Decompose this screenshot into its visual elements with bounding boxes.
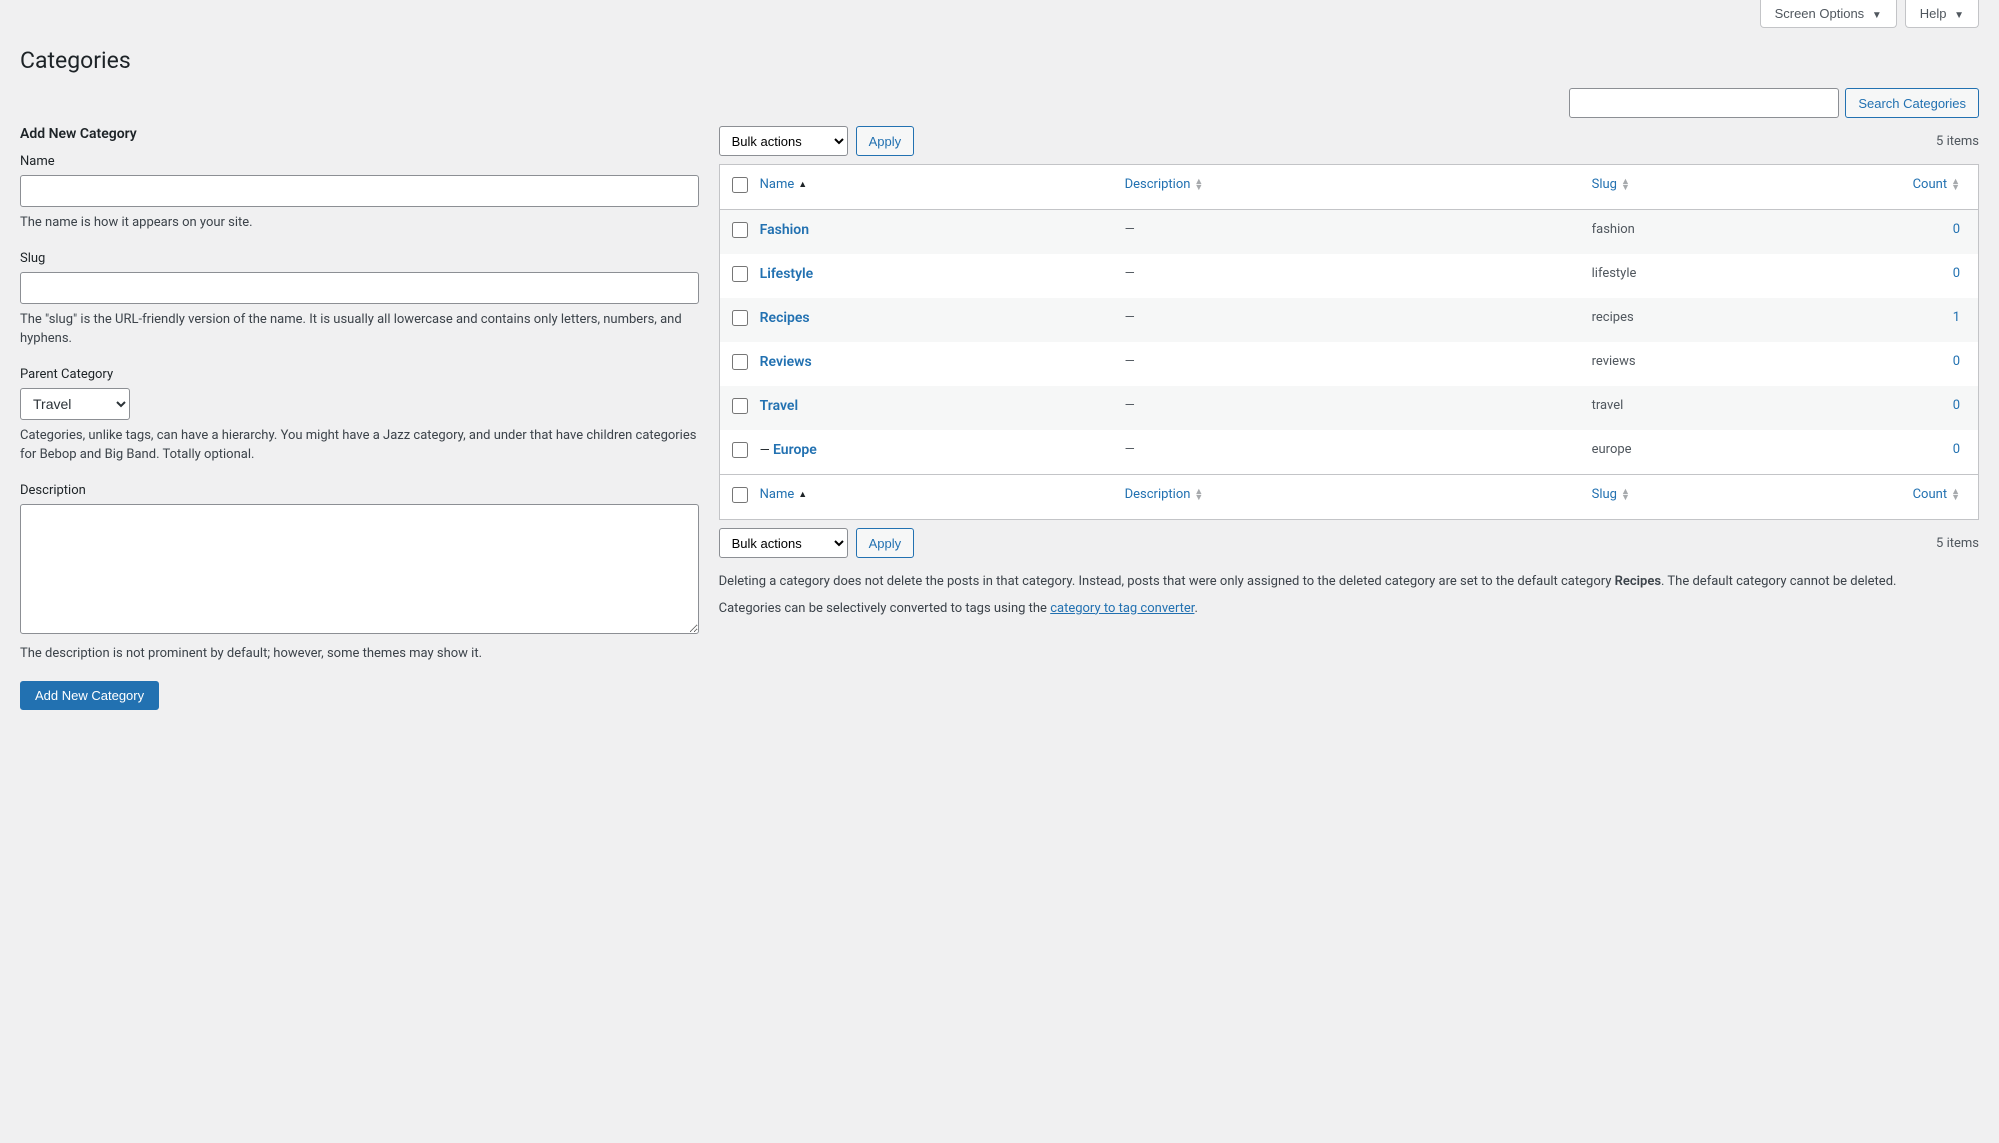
category-name-link[interactable]: Travel [760, 398, 798, 414]
convert-note: Categories can be selectively converted … [719, 599, 1979, 620]
category-name-link[interactable]: Fashion [760, 222, 809, 238]
items-count-top: 5 items [1936, 134, 1979, 149]
row-slug: reviews [1582, 342, 1888, 386]
column-footer-description[interactable]: Description▲▼ [1115, 474, 1582, 519]
row-description: — [1115, 210, 1582, 254]
chevron-down-icon: ▼ [1954, 10, 1964, 21]
column-footer-name[interactable]: Name▲ [750, 474, 1115, 519]
row-slug: lifestyle [1582, 254, 1888, 298]
sort-icon: ▲▼ [1621, 489, 1630, 501]
help-label: Help [1920, 6, 1947, 21]
description-label: Description [20, 483, 699, 498]
category-name-link[interactable]: Recipes [760, 310, 810, 326]
row-description: — [1115, 386, 1582, 430]
description-description: The description is not prominent by defa… [20, 644, 699, 664]
slug-description: The "slug" is the URL-friendly version o… [20, 310, 699, 349]
parent-category-select[interactable]: Travel [20, 388, 130, 420]
row-checkbox[interactable] [732, 442, 748, 458]
row-slug: europe [1582, 430, 1888, 474]
column-header-description[interactable]: Description▲▼ [1115, 165, 1582, 210]
screen-options-label: Screen Options [1775, 6, 1865, 21]
select-all-checkbox-bottom[interactable] [732, 487, 748, 503]
table-row: Lifestyle —lifestyle 0 [720, 254, 1978, 298]
category-name-link[interactable]: Lifestyle [760, 266, 814, 282]
row-count-link[interactable]: 0 [1953, 398, 1960, 413]
search-input[interactable] [1569, 88, 1839, 118]
row-checkbox[interactable] [732, 354, 748, 370]
help-button[interactable]: Help ▼ [1905, 0, 1979, 28]
add-new-heading: Add New Category [20, 126, 699, 142]
column-footer-count[interactable]: Count▲▼ [1888, 474, 1978, 519]
row-count-link[interactable]: 0 [1953, 442, 1960, 457]
add-new-category-button[interactable]: Add New Category [20, 681, 159, 710]
category-name-link[interactable]: Europe [773, 442, 817, 458]
sort-icon: ▲ [798, 492, 807, 498]
items-count-bottom: 5 items [1936, 536, 1979, 551]
row-slug: travel [1582, 386, 1888, 430]
row-count-link[interactable]: 0 [1953, 266, 1960, 281]
table-row: Recipes —recipes 1 [720, 298, 1978, 342]
sort-icon: ▲ [798, 182, 807, 188]
row-description: — [1115, 254, 1582, 298]
categories-table: Name▲ Description▲▼ Slug▲▼ Count▲▼ Fashi… [719, 164, 1979, 520]
row-checkbox[interactable] [732, 222, 748, 238]
sort-icon: ▲▼ [1621, 179, 1630, 191]
row-checkbox[interactable] [732, 398, 748, 414]
table-row: Fashion —fashion 0 [720, 210, 1978, 254]
description-textarea[interactable] [20, 504, 699, 634]
row-indent: — [760, 443, 773, 458]
slug-label: Slug [20, 251, 699, 266]
name-description: The name is how it appears on your site. [20, 213, 699, 233]
column-header-slug[interactable]: Slug▲▼ [1582, 165, 1888, 210]
slug-input[interactable] [20, 272, 699, 304]
table-row: — Europe—europe0 [720, 430, 1978, 474]
search-categories-button[interactable]: Search Categories [1845, 88, 1979, 118]
row-count-link[interactable]: 0 [1953, 354, 1960, 369]
name-input[interactable] [20, 175, 699, 207]
parent-description: Categories, unlike tags, can have a hier… [20, 426, 699, 465]
row-description: — [1115, 430, 1582, 474]
row-count-link[interactable]: 1 [1953, 310, 1960, 325]
page-title: Categories [20, 38, 1979, 78]
delete-note: Deleting a category does not delete the … [719, 572, 1979, 593]
row-description: — [1115, 342, 1582, 386]
sort-icon: ▲▼ [1194, 489, 1203, 501]
select-all-checkbox-top[interactable] [732, 177, 748, 193]
row-slug: recipes [1582, 298, 1888, 342]
table-row: Reviews —reviews 0 [720, 342, 1978, 386]
row-slug: fashion [1582, 210, 1888, 254]
column-header-name[interactable]: Name▲ [750, 165, 1115, 210]
apply-button-top[interactable]: Apply [856, 126, 915, 156]
apply-button-bottom[interactable]: Apply [856, 528, 915, 558]
category-name-link[interactable]: Reviews [760, 354, 812, 370]
row-checkbox[interactable] [732, 266, 748, 282]
column-footer-slug[interactable]: Slug▲▼ [1582, 474, 1888, 519]
row-count-link[interactable]: 0 [1953, 222, 1960, 237]
sort-icon: ▲▼ [1194, 179, 1203, 191]
bulk-actions-select-top[interactable]: Bulk actions [719, 126, 848, 156]
sort-icon: ▲▼ [1951, 489, 1960, 501]
default-category-name: Recipes [1615, 574, 1661, 589]
category-to-tag-converter-link[interactable]: category to tag converter [1050, 601, 1194, 616]
sort-icon: ▲▼ [1951, 179, 1960, 191]
bulk-actions-select-bottom[interactable]: Bulk actions [719, 528, 848, 558]
screen-options-button[interactable]: Screen Options ▼ [1760, 0, 1897, 28]
row-description: — [1115, 298, 1582, 342]
row-checkbox[interactable] [732, 310, 748, 326]
parent-label: Parent Category [20, 367, 699, 382]
table-row: Travel —travel 0 [720, 386, 1978, 430]
column-header-count[interactable]: Count▲▼ [1888, 165, 1978, 210]
chevron-down-icon: ▼ [1872, 10, 1882, 21]
name-label: Name [20, 154, 699, 169]
